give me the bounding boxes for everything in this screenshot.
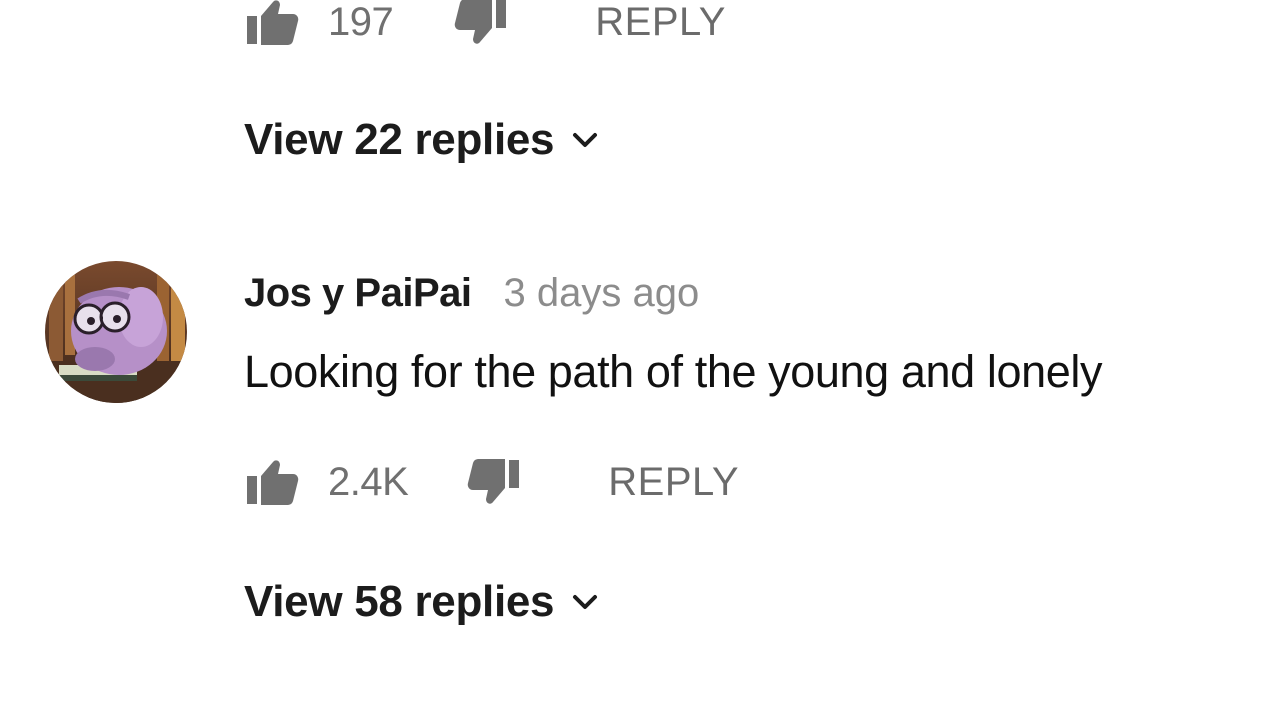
comment-text: Looking for the path of the young and lo… <box>244 346 1103 397</box>
view-replies-label: View 58 replies <box>244 577 555 626</box>
view-replies-button[interactable]: View 22 replies <box>244 112 602 168</box>
thumbs-up-icon[interactable] <box>244 0 302 51</box>
comment-author[interactable]: Jos y PaiPai <box>244 271 472 316</box>
chevron-down-icon <box>573 133 598 147</box>
reply-button[interactable]: REPLY <box>608 460 739 505</box>
comment-header: Jos y PaiPai 3 days ago <box>244 266 699 320</box>
view-replies-label: View 22 replies <box>244 115 555 164</box>
thumbs-down-icon[interactable] <box>464 453 522 511</box>
thumbs-down-icon[interactable] <box>451 0 509 51</box>
comment-action-bar: 2.4K REPLY <box>244 452 739 512</box>
reply-button[interactable]: REPLY <box>595 0 726 45</box>
avatar[interactable] <box>45 261 187 403</box>
like-count: 197 <box>328 0 394 44</box>
thumbs-up-icon[interactable] <box>244 453 302 511</box>
comment-timestamp[interactable]: 3 days ago <box>503 271 699 316</box>
chevron-down-icon <box>573 595 598 609</box>
view-replies-button[interactable]: View 58 replies <box>244 574 602 630</box>
comments-section: 197 REPLY View 22 replies Jos y PaiPai 3… <box>0 0 1280 720</box>
like-count: 2.4K <box>328 459 409 504</box>
previous-comment-action-bar: 197 REPLY <box>244 0 726 52</box>
